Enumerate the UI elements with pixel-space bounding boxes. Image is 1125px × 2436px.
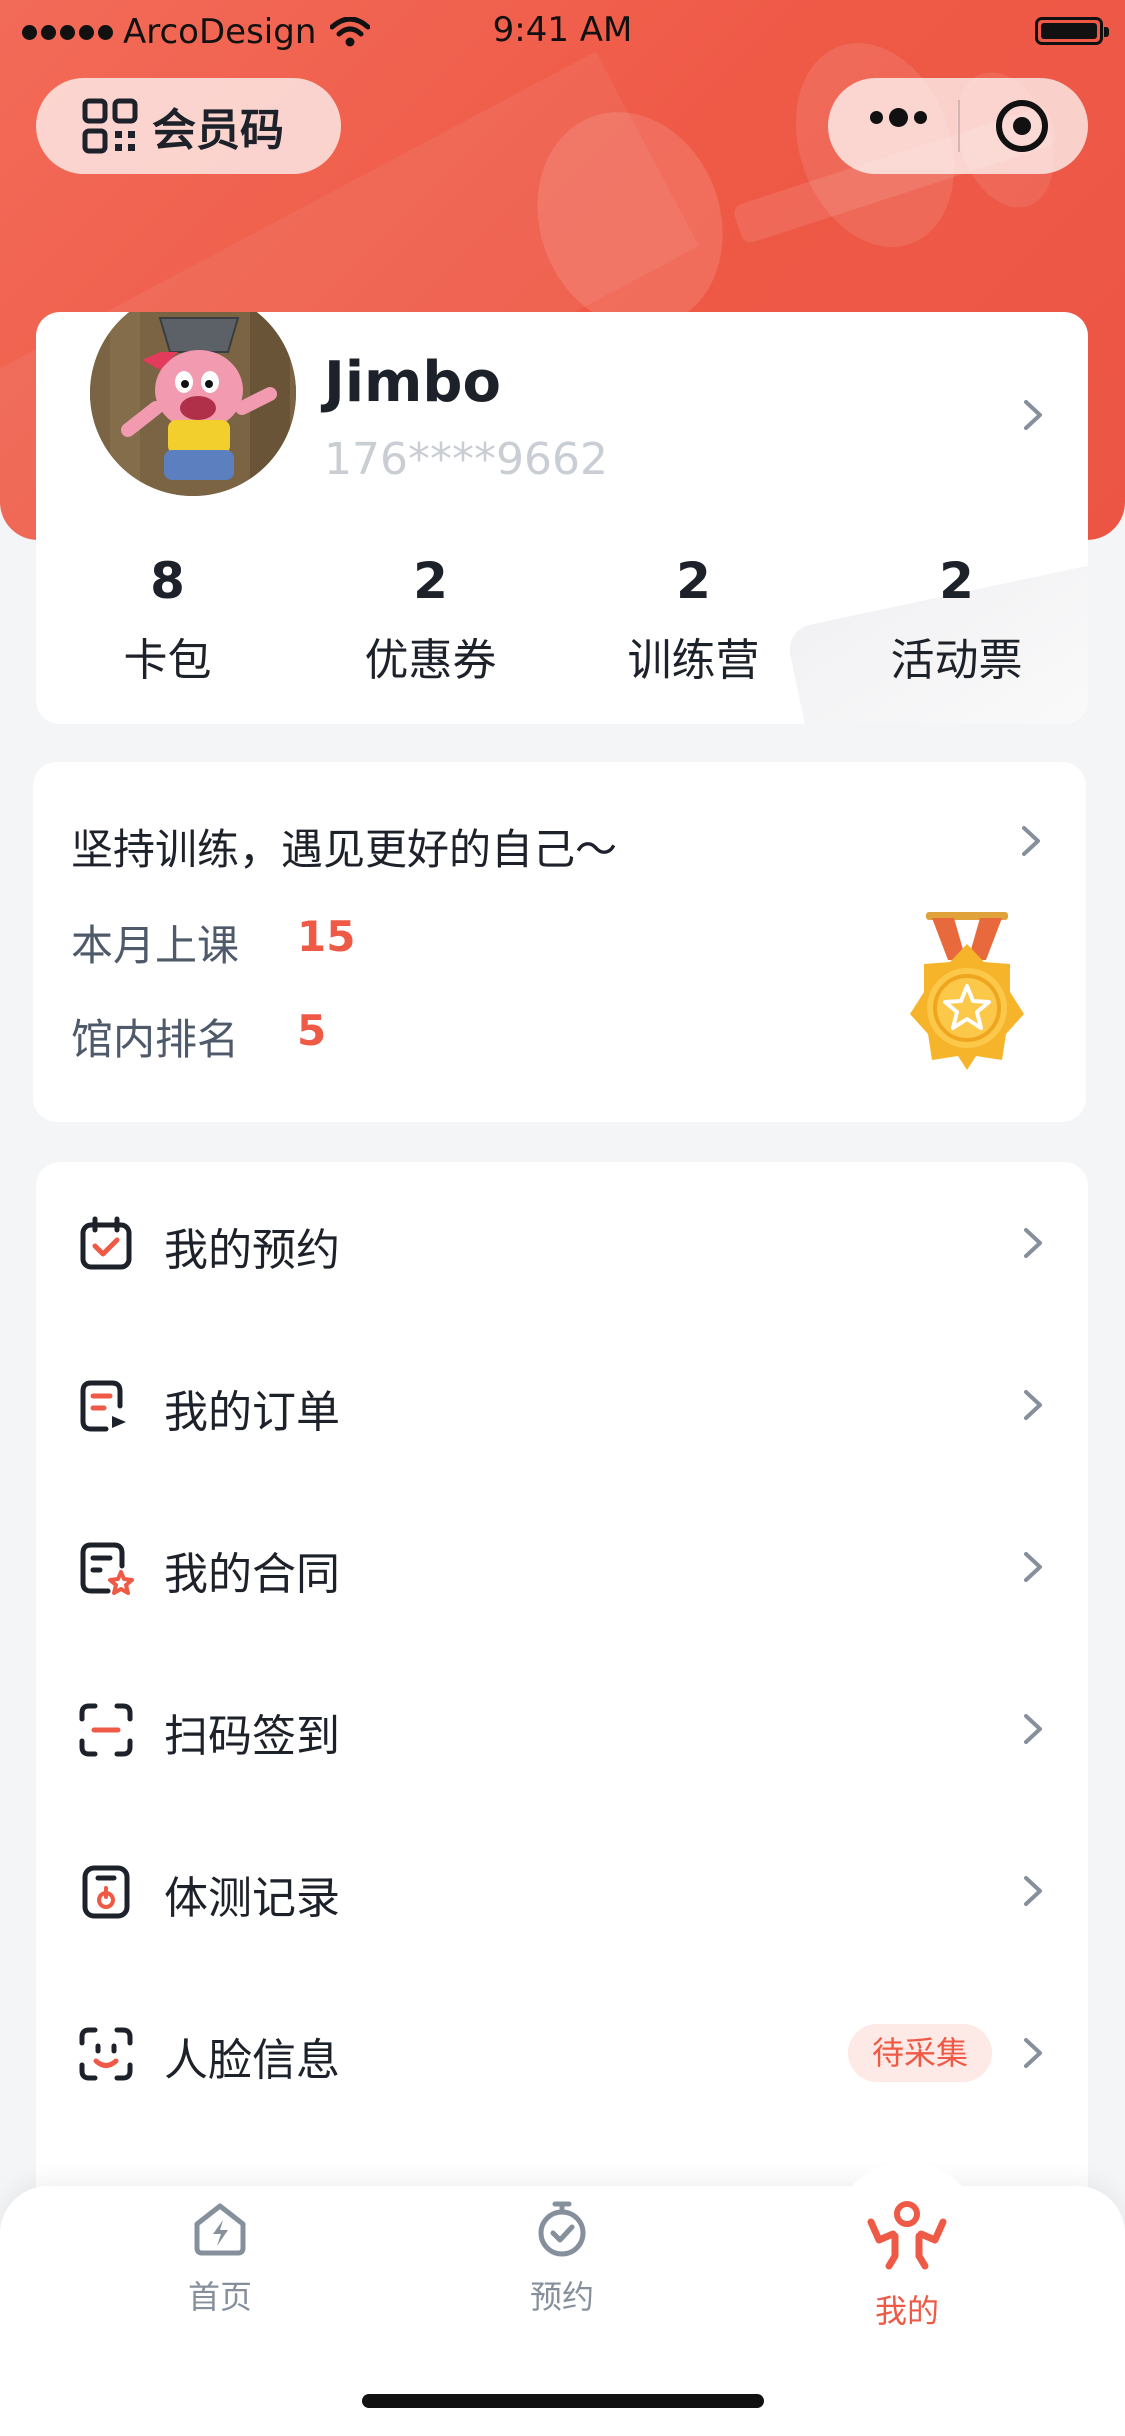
stat-card-pack[interactable]: 8 卡包 xyxy=(36,552,299,688)
stat-label: 活动票 xyxy=(890,635,1023,686)
status-bar: ArcoDesign 9:41 AM xyxy=(0,0,1125,60)
stat-label: 卡包 xyxy=(123,635,212,686)
status-time: 9:41 AM xyxy=(492,10,633,50)
miniapp-capsule xyxy=(828,78,1088,174)
face-status-badge: 待采集 xyxy=(847,2024,992,2082)
menu-item-label: 我的合同 xyxy=(164,1549,340,1600)
menu-item-my-contracts[interactable]: 我的合同 xyxy=(36,1486,1088,1648)
chevron-right-icon xyxy=(1024,1228,1042,1258)
menu-item-body-test-records[interactable]: 体测记录 xyxy=(36,1810,1088,1972)
stat-event-tickets[interactable]: 2 活动票 xyxy=(825,552,1088,688)
battery-icon xyxy=(1035,17,1109,45)
home-icon xyxy=(194,2203,246,2256)
contract-icon xyxy=(80,1542,134,1595)
tab-label: 首页 xyxy=(187,2278,252,2316)
calendar-check-icon xyxy=(80,1216,132,1270)
stat-value: 2 xyxy=(413,552,448,610)
stat-coupons[interactable]: 2 优惠券 xyxy=(299,552,562,688)
chevron-right-icon xyxy=(1022,826,1040,856)
training-summary-card[interactable]: 坚持训练，遇见更好的自己～ 本月上课 15 馆内排名 5 xyxy=(33,762,1086,1122)
stat-value: 2 xyxy=(676,552,711,610)
chevron-right-icon xyxy=(1024,1390,1042,1420)
chevron-right-icon xyxy=(1024,400,1042,430)
menu-item-scan-checkin[interactable]: 扫码签到 xyxy=(36,1648,1088,1810)
monthly-classes-value: 15 xyxy=(297,912,356,961)
stopwatch-icon xyxy=(538,2201,586,2257)
more-icon[interactable] xyxy=(870,108,927,127)
member-code-label: 会员码 xyxy=(152,105,284,156)
user-name: Jimbo xyxy=(324,350,501,415)
stat-value: 8 xyxy=(150,552,185,610)
chevron-right-icon xyxy=(1024,1714,1042,1744)
qr-code-icon xyxy=(82,98,138,154)
monthly-classes-label: 本月上课 xyxy=(71,921,240,970)
monthly-classes-row: 本月上课 15 xyxy=(71,912,355,973)
body-test-icon xyxy=(82,1865,130,1919)
gym-rank-label: 馆内排名 xyxy=(71,1015,240,1064)
menu-item-my-orders[interactable]: 我的订单 xyxy=(36,1324,1088,1486)
menu-item-label: 扫码签到 xyxy=(164,1711,340,1762)
chevron-right-icon xyxy=(1024,2038,1042,2068)
tab-label: 预约 xyxy=(529,2278,594,2316)
menu-item-my-reservations[interactable]: 我的预约 xyxy=(36,1162,1088,1324)
member-code-button[interactable]: 会员码 xyxy=(36,78,341,174)
stat-training-camp[interactable]: 2 训练营 xyxy=(562,552,825,688)
menu-list: 我的预约 我的订单 我的合同 扫码签到 体测记录 人脸信息 待采集 xyxy=(36,1162,1088,2262)
avatar[interactable] xyxy=(84,312,302,502)
profile-card[interactable]: Jimbo 176****9662 8 卡包 2 优惠券 2 训练营 2 活动票 xyxy=(36,312,1088,724)
tab-label: 我的 xyxy=(874,2292,939,2330)
user-phone: 176****9662 xyxy=(324,434,608,485)
menu-item-label: 我的预约 xyxy=(164,1225,340,1276)
person-icon xyxy=(867,2201,947,2270)
menu-item-label: 体测记录 xyxy=(164,1873,340,1924)
stat-value: 2 xyxy=(939,552,974,610)
stat-label: 训练营 xyxy=(627,635,760,686)
tab-home[interactable]: 首页 xyxy=(110,2200,330,2318)
chevron-right-icon xyxy=(1024,1552,1042,1582)
stat-label: 优惠券 xyxy=(364,635,497,686)
training-motto: 坚持训练，遇见更好的自己～ xyxy=(71,825,618,874)
home-indicator xyxy=(362,2394,764,2408)
chevron-right-icon xyxy=(1024,1876,1042,1906)
menu-item-label: 人脸信息 xyxy=(164,2035,340,2086)
close-miniapp-icon[interactable] xyxy=(996,100,1048,152)
profile-stats: 8 卡包 2 优惠券 2 训练营 2 活动票 xyxy=(36,552,1088,688)
order-icon xyxy=(80,1380,126,1432)
tab-reservation[interactable]: 预约 xyxy=(452,2200,672,2318)
scan-icon xyxy=(79,1703,133,1757)
menu-item-face-info[interactable]: 人脸信息 待采集 xyxy=(36,1972,1088,2134)
gym-rank-value: 5 xyxy=(297,1006,327,1055)
menu-item-label: 我的订单 xyxy=(164,1387,340,1438)
medal-icon xyxy=(910,912,1024,1070)
face-icon xyxy=(79,2027,133,2081)
gym-rank-row: 馆内排名 5 xyxy=(71,1006,326,1067)
tab-mine[interactable]: 我的 xyxy=(797,2200,1017,2332)
